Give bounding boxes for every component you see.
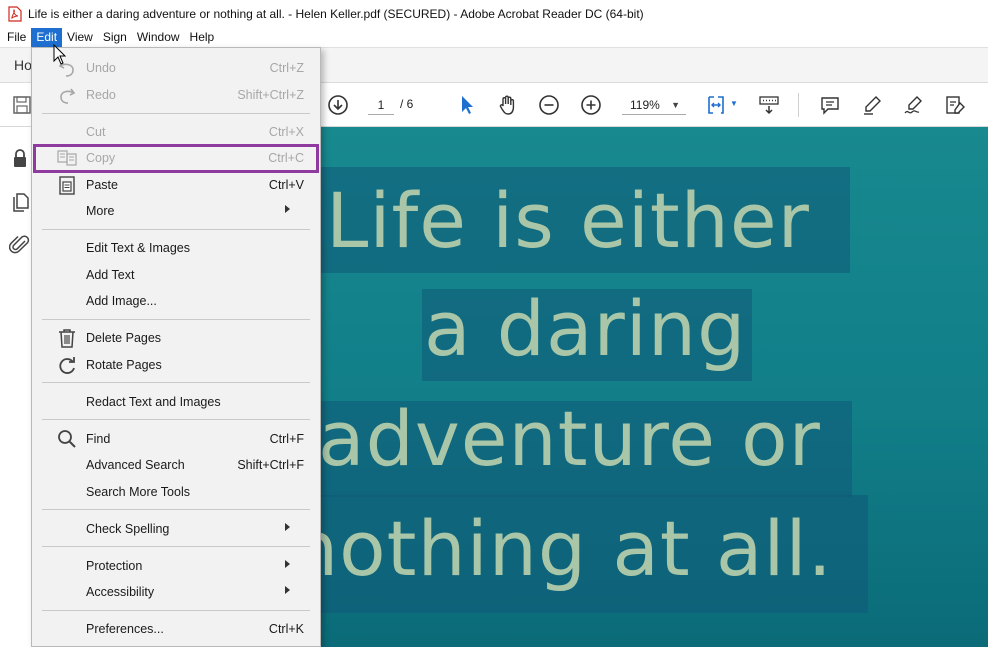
menu-item-accessibility[interactable]: Accessibility [32,579,320,605]
submenu-arrow-icon [285,586,290,594]
zoom-value: 119% [630,98,660,112]
zoom-out-icon[interactable] [537,93,561,117]
zoom-dropdown[interactable]: 119% ▼ [622,95,686,115]
menu-separator [42,419,310,420]
menu-item-redo[interactable]: Redo Shift+Ctrl+Z [32,82,320,108]
menu-item-check-spelling[interactable]: Check Spelling [32,516,320,542]
menu-help[interactable]: Help [185,28,220,47]
acrobat-window: Life is either a daring adventure or not… [0,0,988,647]
menu-item-rotate-pages[interactable]: Rotate Pages [32,352,320,378]
edit-menu-dropdown: Undo Ctrl+Z Redo Shift+Ctrl+Z Cut Ctrl+X… [31,47,321,647]
menu-item-redact[interactable]: Redact Text and Images [32,389,320,415]
select-arrow-icon[interactable] [455,93,479,117]
menu-item-more[interactable]: More [32,198,320,224]
menu-sign[interactable]: Sign [98,28,132,47]
tab-home[interactable]: Ho [14,57,32,73]
scroll-down-icon[interactable] [326,93,350,117]
menu-separator [42,319,310,320]
pages-icon[interactable] [9,191,31,213]
lock-icon[interactable] [9,147,31,169]
menu-item-find[interactable]: Find Ctrl+F [32,426,320,452]
menu-view[interactable]: View [62,28,98,47]
title-bar: Life is either a daring adventure or not… [0,0,988,28]
attachment-icon[interactable] [9,234,31,256]
highlight-pen-icon[interactable] [860,93,884,117]
window-title: Life is either a daring adventure or not… [28,7,644,21]
quote-line-4: nothing at all. [290,504,833,593]
chevron-down-icon: ▼ [671,100,680,110]
menu-item-add-text[interactable]: Add Text [32,262,320,288]
menu-item-delete-pages[interactable]: Delete Pages [32,325,320,351]
trash-icon [59,329,75,348]
menu-item-paste[interactable]: Paste Ctrl+V [32,172,320,198]
toolbar-separator [798,93,799,117]
rotate-icon [59,357,75,374]
menu-item-add-image[interactable]: Add Image... [32,288,320,314]
menu-separator [42,113,310,114]
menu-item-preferences[interactable]: Preferences... Ctrl+K [32,616,320,642]
paste-icon [59,176,75,195]
copy-highlight-box [33,144,319,173]
quote-line-1: Life is either [326,176,810,265]
redo-icon [60,88,76,104]
hand-tool-icon[interactable] [496,93,520,117]
fill-sign-icon[interactable] [943,93,967,117]
quote-line-3: adventure or [318,394,821,483]
submenu-arrow-icon [285,560,290,568]
menu-separator [42,382,310,383]
sign-pen-icon[interactable] [902,93,926,117]
keyboard-scroll-icon[interactable] [757,93,781,117]
submenu-arrow-icon [285,523,290,531]
menu-item-undo[interactable]: Undo Ctrl+Z [32,55,320,81]
menu-separator [42,229,310,230]
menu-item-edit-text-images[interactable]: Edit Text & Images [32,235,320,261]
menu-separator [42,610,310,611]
quote-line-2: a daring [424,284,747,373]
menu-separator [42,509,310,510]
menu-window[interactable]: Window [132,28,185,47]
menu-bar: File Edit View Sign Window Help [0,28,988,47]
page-total: / 6 [400,97,414,111]
mouse-cursor-icon [53,44,67,65]
fit-dropdown-icon[interactable]: ▼ [730,99,738,108]
comment-icon[interactable] [818,93,842,117]
menu-separator [42,546,310,547]
fit-page-icon[interactable] [704,93,728,117]
page-number-input[interactable] [368,95,394,115]
menu-item-cut[interactable]: Cut Ctrl+X [32,119,320,145]
menu-file[interactable]: File [2,28,31,47]
menu-item-search-more-tools[interactable]: Search More Tools [32,479,320,505]
menu-item-advanced-search[interactable]: Advanced Search Shift+Ctrl+F [32,452,320,478]
zoom-in-icon[interactable] [579,93,603,117]
pdf-file-icon [8,6,22,22]
menu-item-protection[interactable]: Protection [32,553,320,579]
submenu-arrow-icon [285,205,290,213]
search-icon [58,430,76,448]
